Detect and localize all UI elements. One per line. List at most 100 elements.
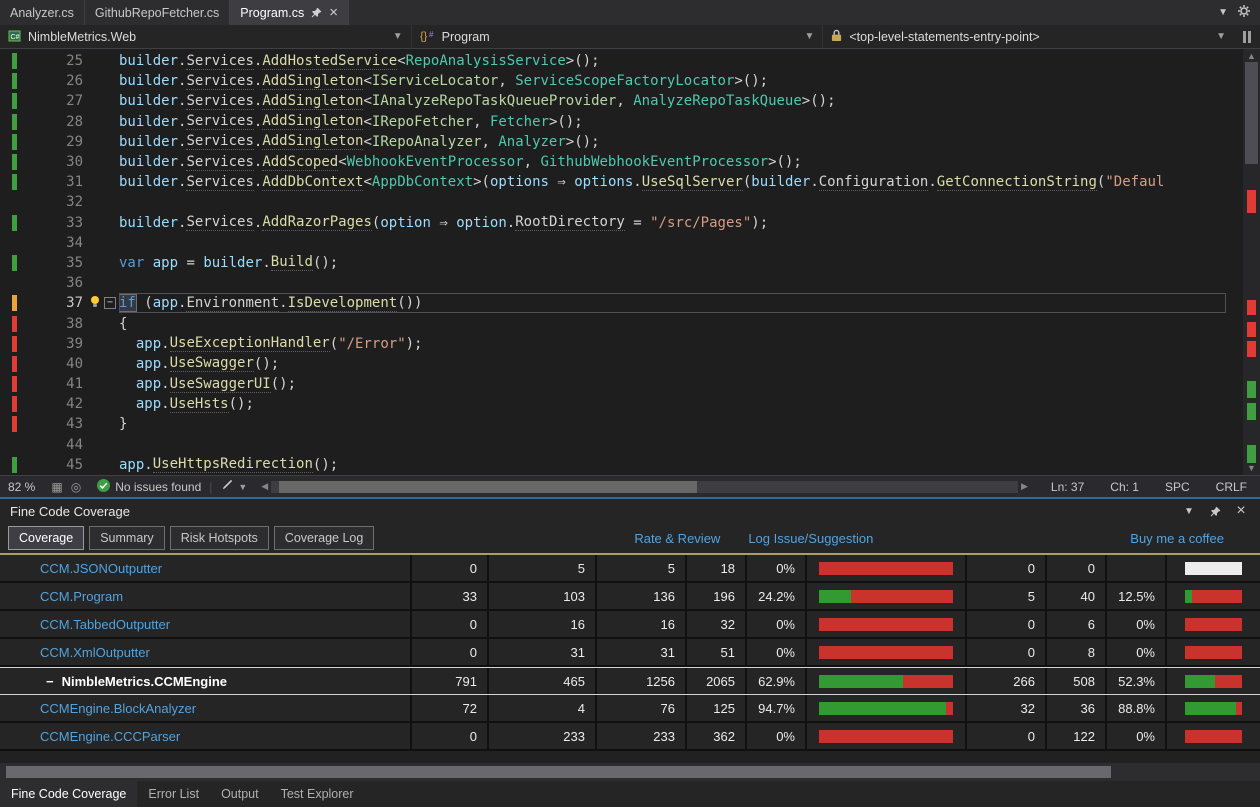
project-dropdown[interactable]: C# NimbleMetrics.Web ▼ — [0, 25, 412, 48]
pin-icon[interactable] — [1204, 506, 1226, 517]
close-icon[interactable]: × — [1230, 502, 1252, 520]
code-text[interactable]: builder.Services.AddSingleton<IRepoFetch… — [119, 112, 1226, 132]
code-text[interactable]: app.UseHttpsRedirection(); — [119, 455, 1226, 475]
code-text[interactable]: builder.Services.AddDbContext<AppDbConte… — [119, 172, 1226, 192]
bottom-tab-test-explorer[interactable]: Test Explorer — [270, 781, 365, 807]
fold-collapse-icon[interactable]: − — [104, 297, 116, 309]
lock-icon — [831, 29, 842, 45]
zoom-control[interactable]: 82 % — [0, 480, 43, 494]
pin-icon[interactable] — [311, 7, 322, 18]
health-indicator[interactable]: No issues found — [89, 479, 209, 495]
type-dropdown[interactable]: {}# Program ▼ — [412, 25, 824, 48]
line-number: 25 — [17, 53, 83, 69]
code-text[interactable]: builder.Services.AddScoped<WebhookEventP… — [119, 152, 1226, 172]
code-text[interactable]: builder.Services.AddHostedService<RepoAn… — [119, 51, 1226, 71]
glyph-margin — [83, 313, 119, 333]
stat-cell: 791 — [410, 668, 487, 694]
buy-coffee-link[interactable]: Buy me a coffee — [1130, 531, 1224, 546]
rate-review-link[interactable]: Rate & Review — [634, 531, 720, 546]
document-tab-analyzer-cs[interactable]: Analyzer.cs — [0, 0, 85, 25]
scroll-right-icon[interactable]: ▶ — [1021, 481, 1028, 492]
scroll-left-icon[interactable]: ◀ — [261, 481, 268, 492]
lightbulb-icon[interactable] — [89, 295, 101, 312]
code-text[interactable]: app.UseSwagger(); — [119, 354, 1226, 374]
coverage-bar — [1185, 618, 1242, 631]
code-token: app — [153, 255, 178, 271]
stat-cell: 18 — [685, 555, 745, 581]
circles-icon[interactable]: ◎ — [71, 480, 89, 494]
column-indicator[interactable]: Ch: 1 — [1097, 480, 1152, 494]
class-link[interactable]: CCM.Program — [40, 589, 123, 604]
code-text[interactable] — [119, 192, 1226, 212]
code-text[interactable] — [119, 435, 1226, 455]
vscroll-thumb[interactable] — [1245, 62, 1258, 164]
panel-tab-coverage[interactable]: Coverage — [8, 526, 84, 550]
code-token: >( — [473, 174, 490, 190]
chevron-down-icon[interactable]: ▼ — [1218, 7, 1228, 18]
class-link[interactable]: NimbleMetrics.CCMEngine — [62, 674, 227, 689]
scrollbar-annotation — [1247, 322, 1256, 337]
code-text[interactable]: } — [119, 414, 1226, 434]
collapse-icon[interactable]: − — [46, 674, 54, 689]
scroll-down-icon[interactable]: ▼ — [1243, 463, 1260, 473]
code-token: . — [254, 73, 262, 89]
code-text[interactable]: app.UseSwaggerUI(); — [119, 374, 1226, 394]
bottom-tab-error-list[interactable]: Error List — [137, 781, 210, 807]
bottom-tab-output[interactable]: Output — [210, 781, 270, 807]
coverage-bar-fill — [1185, 675, 1215, 688]
scroll-up-icon[interactable]: ▲ — [1243, 51, 1260, 61]
code-text[interactable]: var app = builder.Build(); — [119, 253, 1226, 273]
bottom-tab-fine-code-coverage[interactable]: Fine Code Coverage — [0, 781, 137, 807]
editor-vscrollbar[interactable]: ▲ ▼ — [1243, 49, 1260, 475]
branch-coverage-cell: 88.8% — [1105, 695, 1165, 721]
code-editor[interactable]: 25 builder.Services.AddHostedService<Repo… — [0, 49, 1260, 475]
code-text[interactable]: builder.Services.AddSingleton<IAnalyzeRe… — [119, 91, 1226, 111]
code-token: AddHostedService — [262, 53, 397, 70]
code-token: < — [363, 114, 371, 130]
log-issue-link[interactable]: Log Issue/Suggestion — [748, 531, 873, 546]
code-cleanup-button[interactable]: ▼ — [212, 479, 255, 495]
box-icon[interactable]: ▦ — [43, 480, 70, 494]
code-text[interactable]: { — [119, 313, 1226, 333]
line-ending-indicator[interactable]: CRLF — [1203, 480, 1260, 494]
panel-hscroll-thumb[interactable] — [6, 766, 1111, 778]
panel-tab-risk-hotspots[interactable]: Risk Hotspots — [170, 526, 269, 550]
line-indicator[interactable]: Ln: 37 — [1038, 480, 1097, 494]
editor-hscrollbar[interactable]: ◀ ▶ — [261, 481, 1028, 493]
code-text[interactable]: builder.Services.AddSingleton<IRepoAnaly… — [119, 132, 1226, 152]
document-tab-program-cs[interactable]: Program.cs× — [230, 0, 349, 25]
panel-tab-summary[interactable]: Summary — [89, 526, 164, 550]
code-token: ServiceScopeFactoryLocator — [515, 73, 734, 89]
panel-hscrollbar[interactable] — [0, 763, 1260, 781]
class-link[interactable]: CCMEngine.CCCParser — [40, 729, 180, 744]
code-text[interactable]: if (app.Environment.IsDevelopment()) — [119, 293, 1226, 313]
stat-cell: 0 — [965, 639, 1045, 665]
class-link[interactable]: CCM.JSONOutputter — [40, 561, 162, 576]
document-tab-githubrepofetcher-cs[interactable]: GithubRepoFetcher.cs — [85, 0, 230, 25]
line-number: 45 — [17, 457, 83, 473]
issues-label: No issues found — [115, 480, 201, 494]
hscroll-track[interactable] — [271, 481, 1018, 493]
code-text[interactable]: app.UseHsts(); — [119, 394, 1226, 414]
code-text[interactable] — [119, 233, 1226, 253]
member-dropdown[interactable]: <top-level-statements-entry-point> ▼ — [823, 25, 1234, 48]
code-line: 26builder.Services.AddSingleton<IService… — [0, 71, 1260, 91]
code-text[interactable] — [119, 273, 1226, 293]
code-token: . — [178, 295, 186, 311]
code-token: builder — [751, 174, 810, 190]
hscroll-thumb[interactable] — [279, 481, 697, 493]
code-text[interactable]: builder.Services.AddRazorPages(option ⇒ … — [119, 213, 1226, 233]
class-link[interactable]: CCMEngine.BlockAnalyzer — [40, 701, 196, 716]
class-link[interactable]: CCM.TabbedOutputter — [40, 617, 170, 632]
class-link[interactable]: CCM.XmlOutputter — [40, 645, 150, 660]
code-text[interactable]: builder.Services.AddSingleton<IServiceLo… — [119, 71, 1226, 91]
chevron-down-icon[interactable]: ▼ — [1178, 506, 1200, 517]
code-token: Analyzer — [498, 134, 565, 150]
code-token: Services — [186, 174, 253, 191]
gear-icon[interactable] — [1238, 4, 1250, 22]
code-text[interactable]: app.UseExceptionHandler("/Error"); — [119, 334, 1226, 354]
splitter-icon[interactable] — [1234, 25, 1260, 48]
close-icon[interactable]: × — [329, 5, 338, 20]
panel-tab-coverage-log[interactable]: Coverage Log — [274, 526, 375, 550]
space-mode-indicator[interactable]: SPC — [1152, 480, 1203, 494]
